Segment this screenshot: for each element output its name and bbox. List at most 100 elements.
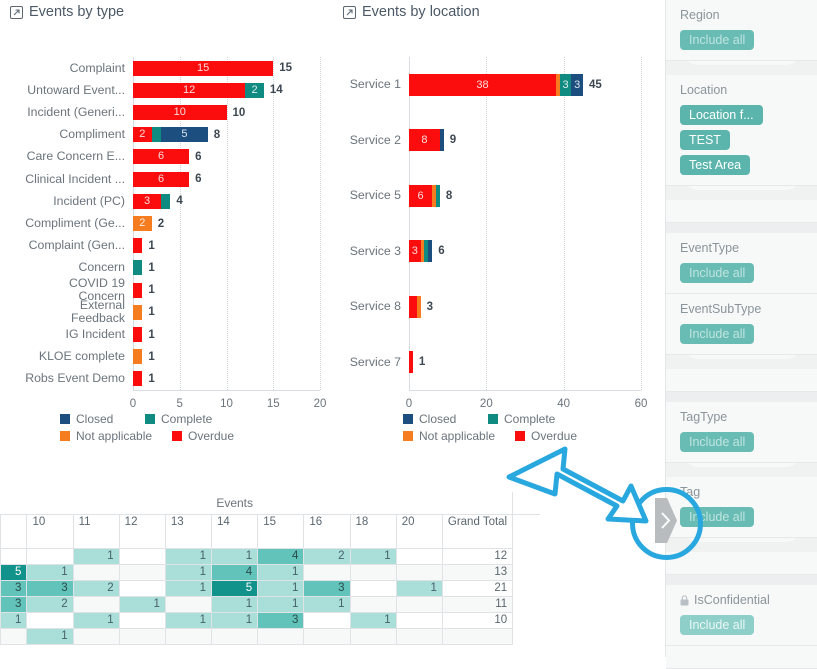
bar-segment[interactable] bbox=[133, 371, 143, 387]
heat-cell[interactable] bbox=[349, 595, 397, 613]
heat-cell[interactable] bbox=[118, 611, 166, 629]
heat-cell[interactable] bbox=[303, 627, 351, 645]
heat-cell[interactable]: 4 bbox=[257, 547, 305, 565]
table-row[interactable]: 1 1 1 1 3 1 10 bbox=[0, 611, 540, 629]
bar-segment[interactable]: 10 bbox=[133, 105, 227, 120]
heat-cell[interactable]: 3 bbox=[0, 579, 28, 597]
table-row[interactable]: 6 bbox=[133, 149, 320, 165]
heat-cell[interactable] bbox=[395, 627, 443, 645]
table-row[interactable]: 3 2 1 1 1 1 11 bbox=[0, 595, 540, 613]
heat-cell[interactable]: 1 bbox=[72, 611, 120, 629]
heat-cell[interactable] bbox=[118, 563, 166, 581]
heat-cell[interactable]: 1 bbox=[349, 611, 397, 629]
bar-segment[interactable]: 6 bbox=[409, 184, 433, 207]
heat-cell[interactable] bbox=[303, 611, 351, 629]
heat-cell[interactable]: 1 bbox=[257, 595, 305, 613]
legend-item[interactable]: Not applicable bbox=[403, 429, 515, 443]
heat-cell[interactable] bbox=[164, 595, 213, 613]
heat-cell[interactable]: 1 bbox=[164, 563, 213, 581]
legend-item[interactable]: Complete bbox=[488, 412, 578, 426]
column-header[interactable]: Grand Total bbox=[441, 513, 514, 549]
bar-segment[interactable]: 3 bbox=[133, 193, 162, 209]
heat-cell[interactable]: 5 bbox=[0, 563, 28, 581]
bar-segment[interactable] bbox=[161, 193, 171, 209]
bar-segment[interactable] bbox=[416, 295, 421, 318]
bar-segment[interactable] bbox=[133, 260, 143, 276]
heat-cell[interactable]: 1 bbox=[257, 563, 305, 581]
legend-item[interactable]: Complete bbox=[145, 412, 235, 426]
column-header[interactable]: 13 bbox=[164, 513, 213, 549]
filter-chip[interactable]: Include all bbox=[680, 263, 755, 283]
heat-cell[interactable] bbox=[72, 563, 120, 581]
events-pivot-table[interactable]: Events 10 11 12 13 14 15 16 18 20 Grand Total 1 1 1 4 2… bbox=[0, 492, 540, 657]
bar-segment[interactable] bbox=[409, 351, 413, 374]
heat-cell[interactable]: 3 bbox=[0, 595, 28, 613]
heat-cell[interactable] bbox=[0, 627, 28, 645]
table-row[interactable]: 10 bbox=[133, 105, 320, 120]
heat-cell[interactable]: 5 bbox=[211, 579, 259, 597]
popout-icon[interactable] bbox=[343, 5, 356, 19]
heat-cell[interactable]: 1 bbox=[349, 547, 397, 565]
heat-cell[interactable]: 1 bbox=[164, 579, 213, 597]
bar-segment[interactable] bbox=[439, 129, 444, 152]
legend-item[interactable]: Closed bbox=[403, 412, 488, 426]
table-row[interactable] bbox=[133, 327, 320, 342]
bar-segment[interactable]: 3 bbox=[409, 240, 421, 263]
heat-cell[interactable] bbox=[26, 611, 74, 629]
bar-segment[interactable]: 3 bbox=[571, 73, 583, 96]
bar-segment[interactable]: 3 bbox=[559, 73, 572, 96]
heat-cell[interactable]: 1 bbox=[118, 595, 166, 613]
bar-segment[interactable]: 5 bbox=[161, 127, 208, 143]
column-header[interactable]: 16 bbox=[303, 513, 351, 549]
heat-cell[interactable] bbox=[395, 563, 443, 581]
heat-cell[interactable] bbox=[26, 547, 74, 565]
filter-chip[interactable]: TEST bbox=[680, 130, 730, 150]
heat-cell[interactable] bbox=[72, 627, 120, 645]
filter-card-eventsubtype[interactable]: EventSubType Include all bbox=[666, 294, 817, 355]
table-row[interactable] bbox=[133, 238, 320, 254]
heat-cell[interactable]: 1 bbox=[395, 579, 443, 597]
heat-cell[interactable]: 1 bbox=[0, 611, 28, 629]
heat-cell[interactable]: 1 bbox=[211, 611, 259, 629]
table-row[interactable] bbox=[133, 260, 320, 276]
table-row[interactable]: 6 bbox=[409, 184, 641, 207]
heat-cell[interactable] bbox=[211, 627, 259, 645]
heat-cell[interactable] bbox=[164, 627, 213, 645]
bar-segment[interactable]: 2 bbox=[245, 82, 264, 98]
heat-cell[interactable] bbox=[349, 563, 397, 581]
heat-cell[interactable] bbox=[72, 595, 120, 613]
heat-cell[interactable]: 1 bbox=[211, 547, 259, 565]
bar-segment[interactable]: 12 bbox=[133, 82, 246, 98]
table-row[interactable]: 25 bbox=[133, 127, 320, 143]
heat-cell[interactable]: 3 bbox=[26, 579, 74, 597]
heat-cell[interactable]: 3 bbox=[303, 579, 351, 597]
bar-segment[interactable]: 38 bbox=[409, 73, 556, 96]
heat-cell[interactable]: 2 bbox=[26, 595, 74, 613]
column-header[interactable]: 20 bbox=[395, 513, 443, 549]
heat-cell[interactable]: 3 bbox=[257, 611, 305, 629]
filter-card-eventtype[interactable]: EventType Include all bbox=[666, 233, 817, 294]
filter-chip[interactable]: Include all bbox=[680, 615, 755, 635]
heat-cell[interactable]: 2 bbox=[72, 579, 120, 597]
column-header[interactable]: 12 bbox=[118, 513, 166, 549]
heat-cell[interactable] bbox=[395, 611, 443, 629]
heat-cell[interactable] bbox=[118, 579, 166, 597]
column-header[interactable]: 18 bbox=[349, 513, 397, 549]
table-row[interactable]: 1 1 1 4 2 1 12 bbox=[0, 547, 540, 565]
bar-segment[interactable] bbox=[428, 240, 433, 263]
table-row[interactable]: 8 bbox=[409, 129, 641, 152]
table-row[interactable]: 38 3 3 bbox=[409, 73, 641, 96]
bar-segment[interactable]: 15 bbox=[133, 60, 274, 76]
heat-cell[interactable]: 1 bbox=[164, 547, 213, 565]
heat-cell[interactable] bbox=[349, 627, 397, 645]
bar-segment[interactable] bbox=[133, 304, 143, 320]
legend-item[interactable]: Closed bbox=[60, 412, 145, 426]
column-header[interactable]: 11 bbox=[72, 513, 120, 549]
heat-cell[interactable] bbox=[118, 547, 166, 565]
heat-cell[interactable] bbox=[395, 595, 443, 613]
table-row[interactable] bbox=[133, 349, 320, 365]
heat-cell[interactable] bbox=[303, 563, 351, 581]
pivot-table[interactable]: Events 10 11 12 13 14 15 16 18 20 Grand Total 1 1 1 4 2… bbox=[0, 492, 540, 645]
bar-segment[interactable] bbox=[409, 295, 417, 318]
heat-cell[interactable] bbox=[0, 547, 28, 565]
